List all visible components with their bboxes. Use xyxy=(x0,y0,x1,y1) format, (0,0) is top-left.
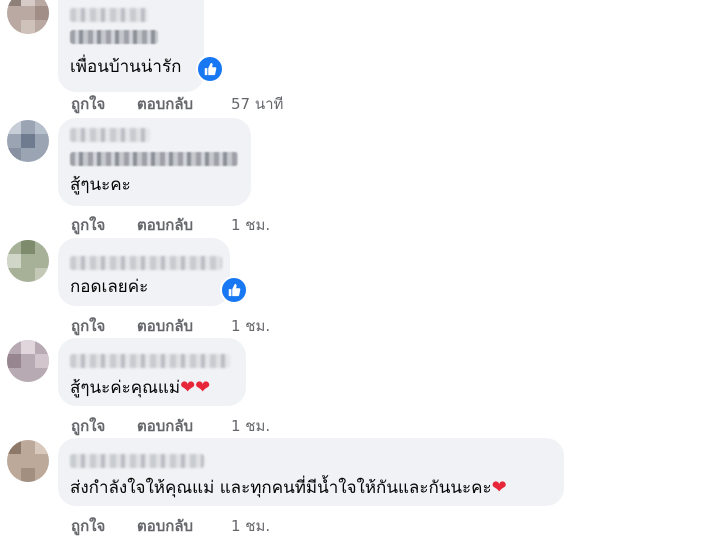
like-link[interactable]: ถูกใจ xyxy=(71,414,105,438)
avatar[interactable] xyxy=(7,120,49,162)
comment-bubble: สู้ๆนะค่ะคุณแม่❤❤ xyxy=(58,338,246,406)
comment-text: เพื่อนบ้านน่ารัก xyxy=(70,57,182,77)
comment-text-body: ส่งกำลังใจให้คุณแม่ และทุกคนที่มีน้ำใจให… xyxy=(70,478,492,498)
thumbs-up-icon[interactable] xyxy=(196,55,224,83)
comment-item: สู้ๆนะคะ ถูกใจ ตอบกลับ 1 ชม. xyxy=(0,118,722,238)
commenter-subtext xyxy=(70,30,158,44)
comment-text: กอดเลยค่ะ xyxy=(70,277,149,297)
like-link[interactable]: ถูกใจ xyxy=(71,92,105,116)
timestamp[interactable]: 1 ชม. xyxy=(231,414,270,438)
commenter-name[interactable] xyxy=(70,256,222,270)
comment-item: เพื่อนบ้านน่ารัก ถูกใจ ตอบกลับ 57 นาที xyxy=(0,0,722,115)
timestamp[interactable]: 1 ชม. xyxy=(231,213,270,237)
reply-link[interactable]: ตอบกลับ xyxy=(137,514,193,538)
timestamp[interactable]: 1 ชม. xyxy=(231,514,270,538)
comment-bubble: เพื่อนบ้านน่ารัก xyxy=(58,0,204,92)
comment-item: กอดเลยค่ะ ถูกใจ ตอบกลับ 1 ชม. xyxy=(0,238,722,338)
avatar[interactable] xyxy=(7,0,49,34)
comment-bubble: ส่งกำลังใจให้คุณแม่ และทุกคนที่มีน้ำใจให… xyxy=(58,438,564,506)
reply-link[interactable]: ตอบกลับ xyxy=(137,414,193,438)
commenter-name[interactable] xyxy=(70,454,204,468)
comment-bubble: สู้ๆนะคะ xyxy=(58,118,251,206)
comment-text-body: สู้ๆนะค่ะคุณแม่ xyxy=(70,378,181,398)
like-link[interactable]: ถูกใจ xyxy=(71,514,105,538)
heart-emoji-icon: ❤ xyxy=(491,477,507,498)
commenter-name[interactable] xyxy=(70,128,150,142)
avatar[interactable] xyxy=(7,240,49,282)
thumbs-up-icon[interactable] xyxy=(220,276,248,304)
reply-link[interactable]: ตอบกลับ xyxy=(137,314,193,338)
heart-emoji-icon: ❤❤ xyxy=(180,377,211,398)
timestamp[interactable]: 1 ชม. xyxy=(231,314,270,338)
like-link[interactable]: ถูกใจ xyxy=(71,314,105,338)
reply-link[interactable]: ตอบกลับ xyxy=(137,213,193,237)
commenter-name[interactable] xyxy=(70,8,148,22)
comment-item: สู้ๆนะค่ะคุณแม่❤❤ ถูกใจ ตอบกลับ 1 ชม. xyxy=(0,338,722,438)
comment-text: สู้ๆนะค่ะคุณแม่❤❤ xyxy=(70,377,210,399)
like-link[interactable]: ถูกใจ xyxy=(71,213,105,237)
comment-item: ส่งกำลังใจให้คุณแม่ และทุกคนที่มีน้ำใจให… xyxy=(0,438,722,541)
commenter-subtext xyxy=(70,152,238,166)
avatar[interactable] xyxy=(7,340,49,382)
avatar[interactable] xyxy=(7,440,49,482)
commenter-name[interactable] xyxy=(70,354,230,368)
comment-bubble: กอดเลยค่ะ xyxy=(58,238,230,306)
timestamp[interactable]: 57 นาที xyxy=(231,92,283,116)
comment-text: ส่งกำลังใจให้คุณแม่ และทุกคนที่มีน้ำใจให… xyxy=(70,477,507,499)
reply-link[interactable]: ตอบกลับ xyxy=(137,92,193,116)
comment-text: สู้ๆนะคะ xyxy=(70,175,131,195)
